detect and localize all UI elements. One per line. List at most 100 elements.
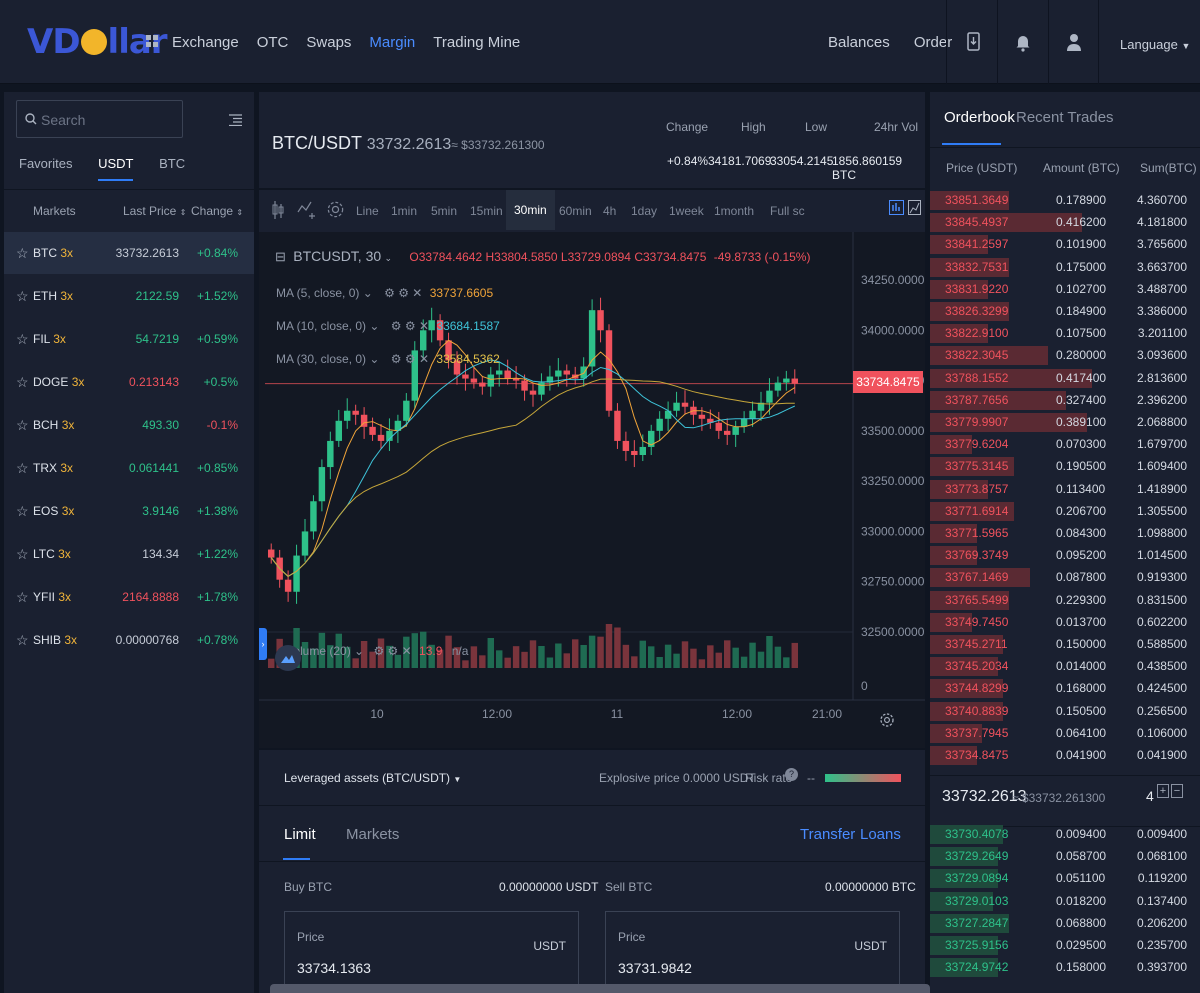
favorite-star-icon[interactable]: ☆ (16, 245, 29, 262)
ask-row[interactable]: 33771.5965 0.084300 1.098800 (930, 522, 1192, 544)
timeframe-30min[interactable]: 30min (506, 190, 555, 230)
ask-row[interactable]: 33745.2034 0.014000 0.438500 (930, 655, 1192, 677)
volume-controls-icon[interactable]: ⚙ ⚙ ✕ (373, 644, 411, 658)
bid-row[interactable]: 33729.2649 0.058700 0.068100 (930, 845, 1192, 867)
timeframe-1min[interactable]: 1min (391, 204, 417, 218)
download-app-icon[interactable] (966, 32, 982, 52)
ask-row[interactable]: 33773.8757 0.113400 1.418900 (930, 478, 1192, 500)
search-input[interactable]: Search (16, 100, 183, 138)
help-question-icon[interactable]: ? (785, 768, 798, 781)
favorite-star-icon[interactable]: ☆ (16, 546, 29, 563)
favorite-star-icon[interactable]: ☆ (16, 632, 29, 649)
ask-row[interactable]: 33845.4937 0.416200 4.181800 (930, 211, 1192, 233)
ask-row[interactable]: 33769.3749 0.095200 1.014500 (930, 544, 1192, 566)
collapse-legend-icon[interactable]: ⊟ (275, 249, 286, 264)
depth-increase-button[interactable]: + (1157, 784, 1169, 798)
market-row[interactable]: ☆ LTC 3x 134.34 +1.22% (4, 533, 254, 575)
tab-favorites[interactable]: Favorites (19, 156, 72, 171)
col-last-price[interactable]: Last Price ⇕ (123, 204, 186, 218)
price-chart[interactable]: Line 1min 5min 15min 30min 60min 4h 1day 1week 1m… (259, 190, 925, 748)
ask-row[interactable]: 33744.8299 0.168000 0.424500 (930, 677, 1192, 699)
apps-grid-icon[interactable] (146, 35, 159, 48)
ask-row[interactable]: 33775.3145 0.190500 1.609400 (930, 455, 1192, 477)
favorite-star-icon[interactable]: ☆ (16, 331, 29, 348)
chart-view-depth-icon[interactable] (908, 200, 921, 215)
tab-usdt[interactable]: USDT (98, 156, 133, 171)
timeframe-5min[interactable]: 5min (431, 204, 457, 218)
market-row[interactable]: ☆ SHIB 3x 0.00000768 +0.78% (4, 619, 254, 661)
depth-decrease-button[interactable]: − (1171, 784, 1183, 798)
market-row[interactable]: ☆ YFII 3x 2164.8888 +1.78% (4, 576, 254, 618)
ask-row[interactable]: 33749.7450 0.013700 0.602200 (930, 611, 1192, 633)
ask-row[interactable]: 33841.2597 0.101900 3.765600 (930, 233, 1192, 255)
market-row[interactable]: ☆ DOGE 3x 0.213143 +0.5% (4, 361, 254, 403)
ask-row[interactable]: 33740.8839 0.150500 0.256500 (930, 700, 1192, 722)
bid-row[interactable]: 33729.0103 0.018200 0.137400 (930, 890, 1192, 912)
bid-row[interactable]: 33724.9742 0.158000 0.393700 (930, 956, 1192, 978)
language-selector[interactable]: Language ▼ (1120, 37, 1190, 52)
ask-row[interactable]: 33832.7531 0.175000 3.663700 (930, 256, 1192, 278)
market-row[interactable]: ☆ BCH 3x 493.30 -0.1% (4, 404, 254, 446)
time-axis-settings-icon[interactable] (879, 712, 895, 728)
bid-row[interactable]: 33730.4078 0.009400 0.009400 (930, 823, 1192, 845)
transfer-link[interactable]: Transfer (800, 826, 855, 843)
chevron-down-icon[interactable]: ⌄ (385, 253, 393, 263)
nav-swaps[interactable]: Swaps (306, 34, 351, 51)
ask-row[interactable]: 33831.9220 0.102700 3.488700 (930, 278, 1192, 300)
nav-exchange[interactable]: Exchange (172, 34, 239, 51)
timeframe-1day[interactable]: 1day (631, 204, 657, 218)
nav-trading-mine[interactable]: Trading Mine (433, 34, 520, 51)
favorite-star-icon[interactable]: ☆ (16, 589, 29, 606)
loans-link[interactable]: Loans (860, 826, 901, 843)
market-row[interactable]: ☆ ETH 3x 2122.59 +1.52% (4, 275, 254, 317)
ask-row[interactable]: 33822.3045 0.280000 3.093600 (930, 344, 1192, 366)
buy-price-input[interactable]: Price 33734.1363 USDT (284, 911, 579, 993)
tab-markets[interactable]: Markets (346, 826, 399, 843)
ask-row[interactable]: 33787.7656 0.327400 2.396200 (930, 389, 1192, 411)
favorite-star-icon[interactable]: ☆ (16, 374, 29, 391)
sell-price-input[interactable]: Price 33731.9842 USDT (605, 911, 900, 993)
ask-row[interactable]: 33779.9907 0.389100 2.068800 (930, 411, 1192, 433)
ask-row[interactable]: 33734.8475 0.041900 0.041900 (930, 744, 1192, 766)
chart-view-tradingview-icon[interactable] (889, 200, 904, 215)
tab-limit[interactable]: Limit (284, 826, 316, 843)
chevron-down-icon[interactable]: ⌄ (363, 286, 373, 300)
timeframe-full-sc[interactable]: Full sc (770, 204, 805, 218)
nav-margin[interactable]: Margin (369, 34, 415, 51)
candle-type-icon[interactable] (271, 200, 285, 220)
bid-row[interactable]: 33727.2847 0.068800 0.206200 (930, 912, 1192, 934)
list-menu-icon[interactable] (229, 114, 242, 126)
ask-row[interactable]: 33737.7945 0.064100 0.106000 (930, 722, 1192, 744)
user-account-icon[interactable] (1066, 32, 1082, 52)
market-row[interactable]: ☆ EOS 3x 3.9146 +1.38% (4, 490, 254, 532)
col-change[interactable]: Change ⇕ (191, 204, 243, 218)
ask-row[interactable]: 33767.1469 0.087800 0.919300 (930, 566, 1192, 588)
timeframe-4h[interactable]: 4h (603, 204, 616, 218)
ma10-controls-icon[interactable]: ⚙ ⚙ ✕ (391, 319, 429, 333)
candlestick-svg[interactable]: 34250.000034000.000033750.000033500.0000… (259, 232, 925, 750)
ma30-controls-icon[interactable]: ⚙ ⚙ ✕ (391, 352, 429, 366)
ask-row[interactable]: 33745.2711 0.150000 0.588500 (930, 633, 1192, 655)
expand-sidebar-handle[interactable]: › (259, 628, 267, 660)
tab-orderbook[interactable]: Orderbook (944, 109, 1015, 126)
bid-row[interactable]: 33729.0894 0.051100 0.119200 (930, 867, 1192, 889)
market-row[interactable]: ☆ BTC 3x 33732.2613 +0.84% (4, 232, 254, 274)
chevron-down-icon[interactable]: ⌄ (369, 319, 379, 333)
timeframe-line[interactable]: Line (356, 204, 379, 218)
nav-balances[interactable]: Balances (828, 34, 890, 51)
ask-row[interactable]: 33826.3299 0.184900 3.386000 (930, 300, 1192, 322)
ask-row[interactable]: 33779.6204 0.070300 1.679700 (930, 433, 1192, 455)
chevron-down-icon[interactable]: ⌄ (369, 352, 379, 366)
ma5-controls-icon[interactable]: ⚙ ⚙ ✕ (384, 286, 422, 300)
favorite-star-icon[interactable]: ☆ (16, 288, 29, 305)
notification-bell-icon[interactable] (1015, 32, 1031, 52)
favorite-star-icon[interactable]: ☆ (16, 503, 29, 520)
ask-row[interactable]: 33765.5499 0.229300 0.831500 (930, 589, 1192, 611)
tab-btc[interactable]: BTC (159, 156, 185, 171)
tab-recent-trades[interactable]: Recent Trades (1016, 109, 1114, 126)
favorite-star-icon[interactable]: ☆ (16, 417, 29, 434)
timeframe-1month[interactable]: 1month (714, 204, 754, 218)
indicators-icon[interactable] (297, 200, 317, 220)
leveraged-assets-selector[interactable]: Leveraged assets (BTC/USDT) ▼ (284, 771, 461, 785)
favorite-star-icon[interactable]: ☆ (16, 460, 29, 477)
